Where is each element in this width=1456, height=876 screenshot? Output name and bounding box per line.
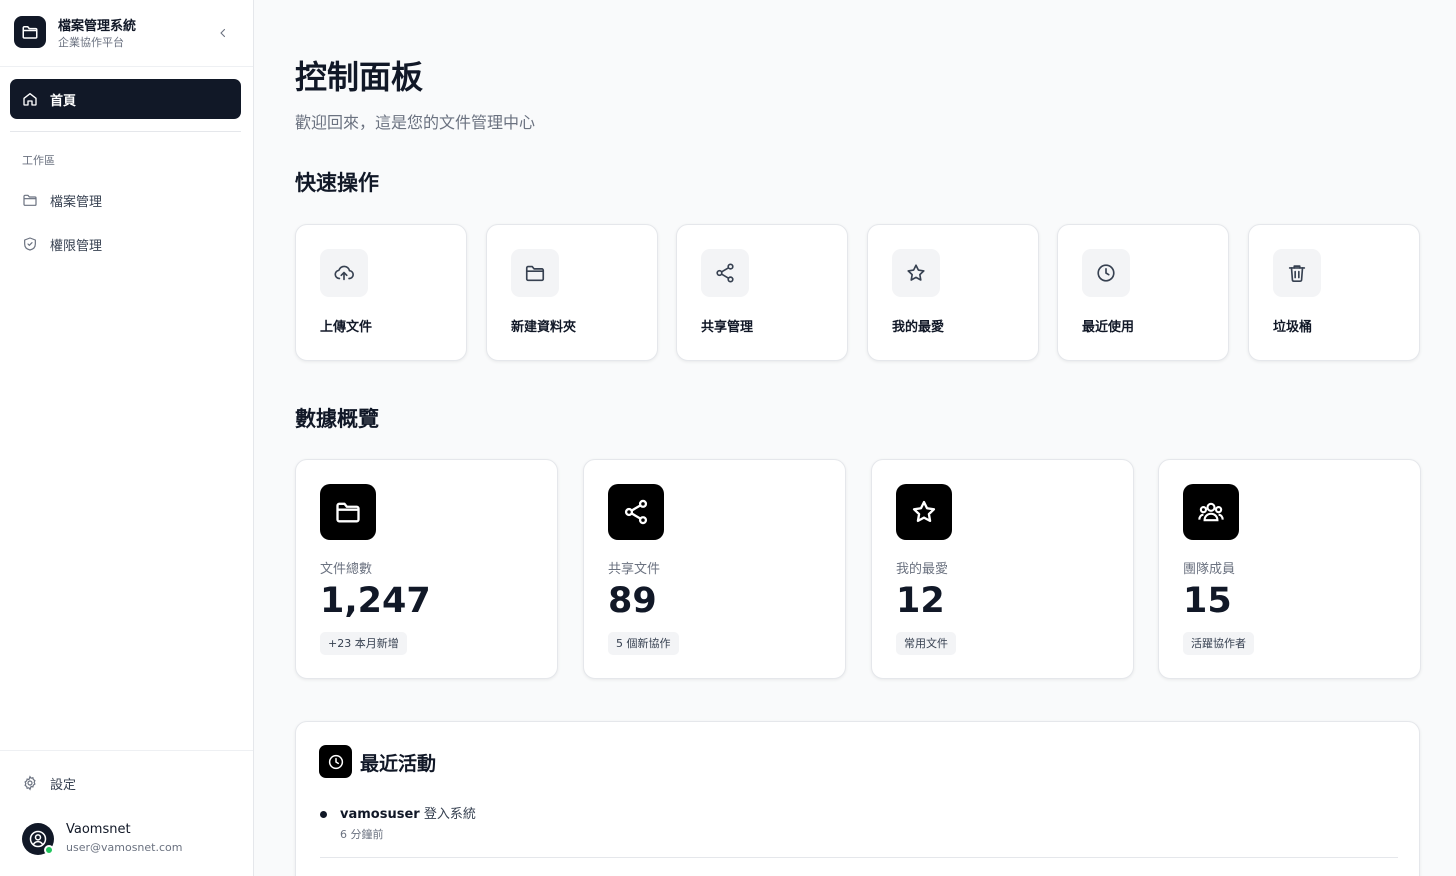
stat-label: 我的最愛	[896, 562, 949, 577]
stat-label: 文件總數	[320, 562, 373, 577]
brand-title: 檔案管理系統	[58, 19, 137, 34]
sidebar-item-file-management[interactable]: 檔案管理	[10, 182, 241, 218]
user-name: Vaomsnet	[66, 822, 131, 837]
user-profile[interactable]: Vaomsnet user@vamosnet.com	[22, 821, 242, 861]
activity-user: vamosuser	[340, 807, 420, 822]
quick-action-label: 垃圾桶	[1273, 320, 1313, 335]
stat-card-total-files: 文件總數 1,247 +23 本月新增	[295, 459, 558, 679]
folder-icon	[23, 194, 37, 206]
gear-icon	[24, 775, 36, 791]
activity-action: 登入系統	[423, 807, 476, 822]
quick-action-new-folder[interactable]: 新建資料夾	[486, 224, 658, 361]
quick-action-label: 我的最愛	[892, 320, 945, 335]
quick-action-label: 上傳文件	[320, 320, 373, 335]
divider	[10, 131, 241, 132]
sidebar-item-permissions[interactable]: 權限管理	[10, 226, 241, 262]
activity-text: vamosuser 登入系統	[340, 803, 476, 822]
recent-activity-panel: 最近活動 vamosuser 登入系統 6 分鐘前	[295, 721, 1420, 876]
stat-badge: 常用文件	[896, 632, 956, 655]
cloud-upload-icon	[320, 249, 368, 297]
stat-label: 共享文件	[608, 562, 661, 577]
quick-action-label: 共享管理	[701, 320, 754, 335]
quick-action-favorites[interactable]: 我的最愛	[867, 224, 1039, 361]
stat-value: 89	[608, 581, 657, 621]
sidebar: 檔案管理系統 企業協作平台 首頁 工作區 檔案管理 權限管理 設定 Vaomsn…	[0, 0, 254, 876]
share-icon	[608, 484, 664, 540]
stat-badge: 5 個新協作	[608, 632, 679, 655]
sidebar-item-label: 首頁	[50, 93, 77, 109]
activity-item: vamosuser 登入系統 6 分鐘前	[320, 802, 1398, 858]
users-icon	[1183, 484, 1239, 540]
quick-action-trash[interactable]: 垃圾桶	[1248, 224, 1420, 361]
star-icon	[892, 249, 940, 297]
trash-icon	[1273, 249, 1321, 297]
folder-icon	[320, 484, 376, 540]
chevron-left-icon	[220, 28, 226, 38]
brand-logo-folder-icon	[14, 16, 46, 48]
stats-heading: 數據概覽	[295, 407, 379, 431]
brand-subtitle: 企業協作平台	[58, 36, 124, 49]
sidebar-item-settings[interactable]: 設定	[10, 765, 241, 801]
clock-icon	[1082, 249, 1130, 297]
sidebar-item-label: 權限管理	[50, 238, 103, 254]
quick-action-recent[interactable]: 最近使用	[1057, 224, 1229, 361]
shield-icon	[24, 237, 36, 251]
sidebar-collapse-button[interactable]	[214, 24, 232, 42]
share-icon	[701, 249, 749, 297]
page-subtitle: 歡迎回來，這是您的文件管理中心	[295, 113, 536, 132]
page-title: 控制面板	[295, 58, 424, 96]
stat-value: 15	[1183, 581, 1232, 621]
sidebar-item-label: 設定	[50, 777, 77, 793]
quick-action-upload[interactable]: 上傳文件	[295, 224, 467, 361]
stat-value: 12	[896, 581, 945, 621]
stat-badge: +23 本月新增	[320, 632, 407, 655]
stat-card-shared-files: 共享文件 89 5 個新協作	[583, 459, 846, 679]
activity-time: 6 分鐘前	[340, 828, 384, 841]
stat-label: 團隊成員	[1183, 562, 1236, 577]
recent-activity-title: 最近活動	[360, 753, 437, 775]
section-label: 工作區	[22, 154, 55, 167]
stat-card-favorites: 我的最愛 12 常用文件	[871, 459, 1134, 679]
stat-card-team-members: 團隊成員 15 活躍協作者	[1158, 459, 1421, 679]
activity-bullet	[320, 811, 327, 818]
quick-action-label: 新建資料夾	[511, 320, 577, 335]
stat-value: 1,247	[320, 581, 431, 621]
user-email: user@vamosnet.com	[66, 841, 183, 854]
sidebar-footer: 設定 Vaomsnet user@vamosnet.com	[0, 750, 253, 876]
clock-icon	[319, 745, 352, 778]
sidebar-item-label: 檔案管理	[50, 194, 103, 210]
quick-action-share[interactable]: 共享管理	[676, 224, 848, 361]
online-status-indicator	[44, 845, 54, 855]
quick-actions-heading: 快速操作	[295, 171, 379, 195]
home-icon	[23, 93, 37, 106]
star-icon	[896, 484, 952, 540]
stat-badge: 活躍協作者	[1183, 632, 1254, 655]
brand-header: 檔案管理系統 企業協作平台	[0, 0, 253, 67]
quick-action-label: 最近使用	[1082, 320, 1135, 335]
folder-icon	[511, 249, 559, 297]
sidebar-item-home[interactable]: 首頁	[10, 79, 241, 119]
